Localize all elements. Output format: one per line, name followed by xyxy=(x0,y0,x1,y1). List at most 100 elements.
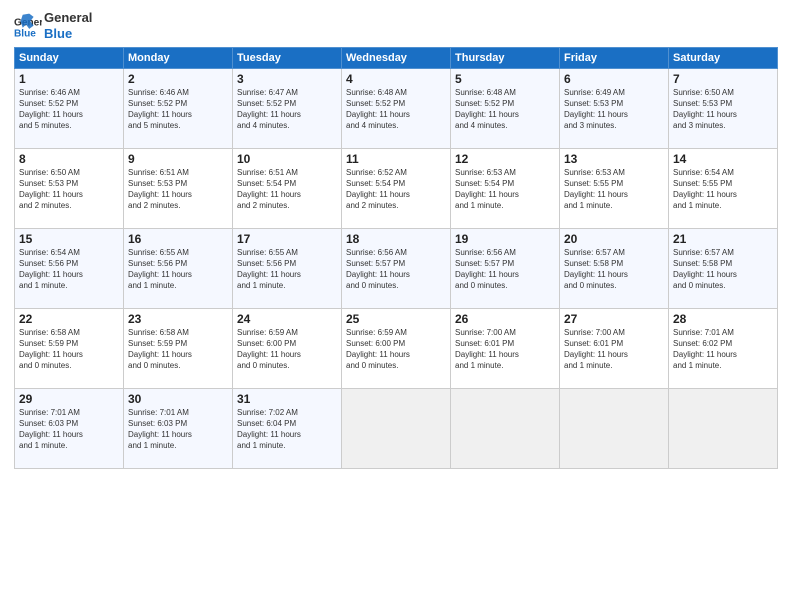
calendar-cell: 5 Sunrise: 6:48 AMSunset: 5:52 PMDaylight… xyxy=(451,69,560,149)
calendar-cell: 17 Sunrise: 6:55 AMSunset: 5:56 PMDayligh… xyxy=(233,229,342,309)
day-number: 28 xyxy=(673,312,773,326)
cell-info: Sunrise: 6:57 AMSunset: 5:58 PMDaylight:… xyxy=(564,248,664,291)
day-number: 9 xyxy=(128,152,228,166)
day-number: 13 xyxy=(564,152,664,166)
day-number: 5 xyxy=(455,72,555,86)
calendar-cell: 23Sunrise: 6:58 AMSunset: 5:59 PMDayligh… xyxy=(124,309,233,389)
calendar-cell: 4 Sunrise: 6:48 AMSunset: 5:52 PMDaylight… xyxy=(342,69,451,149)
calendar-week-row: 1 Sunrise: 6:46 AMSunset: 5:52 PMDaylight… xyxy=(15,69,778,149)
cell-info: Sunrise: 6:52 AMSunset: 5:54 PMDaylight:… xyxy=(346,168,446,211)
page-header: General Blue General Blue xyxy=(14,10,778,41)
calendar-header-row: SundayMondayTuesdayWednesdayThursdayFrid… xyxy=(15,48,778,69)
col-header-saturday: Saturday xyxy=(669,48,778,69)
cell-info: Sunrise: 6:50 AMSunset: 5:53 PMDaylight:… xyxy=(673,88,773,131)
cell-info: Sunrise: 6:51 AMSunset: 5:53 PMDaylight:… xyxy=(128,168,228,211)
day-number: 27 xyxy=(564,312,664,326)
cell-info: Sunrise: 6:55 AMSunset: 5:56 PMDaylight:… xyxy=(128,248,228,291)
col-header-thursday: Thursday xyxy=(451,48,560,69)
cell-info: Sunrise: 7:01 AMSunset: 6:03 PMDaylight:… xyxy=(19,408,119,451)
calendar-cell: 12 Sunrise: 6:53 AMSunset: 5:54 PMDayligh… xyxy=(451,149,560,229)
calendar-cell xyxy=(451,389,560,469)
calendar-cell: 15 Sunrise: 6:54 AMSunset: 5:56 PMDayligh… xyxy=(15,229,124,309)
cell-info: Sunrise: 6:58 AMSunset: 5:59 PMDaylight:… xyxy=(128,328,228,371)
day-number: 4 xyxy=(346,72,446,86)
cell-info: Sunrise: 6:48 AMSunset: 5:52 PMDaylight:… xyxy=(346,88,446,131)
calendar-cell: 24 Sunrise: 6:59 AMSunset: 6:00 PMDayligh… xyxy=(233,309,342,389)
col-header-wednesday: Wednesday xyxy=(342,48,451,69)
cell-info: Sunrise: 6:53 AMSunset: 5:54 PMDaylight:… xyxy=(455,168,555,211)
cell-info: Sunrise: 6:50 AMSunset: 5:53 PMDaylight:… xyxy=(19,168,119,211)
day-number: 26 xyxy=(455,312,555,326)
day-number: 24 xyxy=(237,312,337,326)
cell-info: Sunrise: 6:49 AMSunset: 5:53 PMDaylight:… xyxy=(564,88,664,131)
calendar-cell: 20 Sunrise: 6:57 AMSunset: 5:58 PMDayligh… xyxy=(560,229,669,309)
day-number: 17 xyxy=(237,232,337,246)
day-number: 20 xyxy=(564,232,664,246)
calendar-cell: 10Sunrise: 6:51 AMSunset: 5:54 PMDayligh… xyxy=(233,149,342,229)
col-header-tuesday: Tuesday xyxy=(233,48,342,69)
calendar-cell: 21Sunrise: 6:57 AMSunset: 5:58 PMDayligh… xyxy=(669,229,778,309)
cell-info: Sunrise: 7:00 AMSunset: 6:01 PMDaylight:… xyxy=(564,328,664,371)
col-header-friday: Friday xyxy=(560,48,669,69)
col-header-monday: Monday xyxy=(124,48,233,69)
calendar-cell: 28 Sunrise: 7:01 AMSunset: 6:02 PMDayligh… xyxy=(669,309,778,389)
cell-info: Sunrise: 6:59 AMSunset: 6:00 PMDaylight:… xyxy=(237,328,337,371)
calendar-cell xyxy=(342,389,451,469)
calendar-week-row: 8 Sunrise: 6:50 AMSunset: 5:53 PMDaylight… xyxy=(15,149,778,229)
day-number: 2 xyxy=(128,72,228,86)
day-number: 30 xyxy=(128,392,228,406)
calendar-cell: 11 Sunrise: 6:52 AMSunset: 5:54 PMDayligh… xyxy=(342,149,451,229)
calendar-cell: 30Sunrise: 7:01 AMSunset: 6:03 PMDayligh… xyxy=(124,389,233,469)
calendar-cell: 7 Sunrise: 6:50 AMSunset: 5:53 PMDaylight… xyxy=(669,69,778,149)
day-number: 31 xyxy=(237,392,337,406)
cell-info: Sunrise: 7:00 AMSunset: 6:01 PMDaylight:… xyxy=(455,328,555,371)
day-number: 6 xyxy=(564,72,664,86)
calendar-week-row: 15 Sunrise: 6:54 AMSunset: 5:56 PMDayligh… xyxy=(15,229,778,309)
cell-info: Sunrise: 6:48 AMSunset: 5:52 PMDaylight:… xyxy=(455,88,555,131)
calendar-cell: 8 Sunrise: 6:50 AMSunset: 5:53 PMDaylight… xyxy=(15,149,124,229)
calendar-cell xyxy=(560,389,669,469)
day-number: 8 xyxy=(19,152,119,166)
cell-info: Sunrise: 6:47 AMSunset: 5:52 PMDaylight:… xyxy=(237,88,337,131)
calendar-cell: 22Sunrise: 6:58 AMSunset: 5:59 PMDayligh… xyxy=(15,309,124,389)
cell-info: Sunrise: 6:59 AMSunset: 6:00 PMDaylight:… xyxy=(346,328,446,371)
calendar-cell: 16 Sunrise: 6:55 AMSunset: 5:56 PMDayligh… xyxy=(124,229,233,309)
cell-info: Sunrise: 6:51 AMSunset: 5:54 PMDaylight:… xyxy=(237,168,337,211)
cell-info: Sunrise: 7:01 AMSunset: 6:02 PMDaylight:… xyxy=(673,328,773,371)
logo: General Blue General Blue xyxy=(14,10,92,41)
calendar-cell: 1 Sunrise: 6:46 AMSunset: 5:52 PMDaylight… xyxy=(15,69,124,149)
calendar-cell: 25Sunrise: 6:59 AMSunset: 6:00 PMDayligh… xyxy=(342,309,451,389)
day-number: 1 xyxy=(19,72,119,86)
day-number: 19 xyxy=(455,232,555,246)
day-number: 11 xyxy=(346,152,446,166)
calendar-cell: 26 Sunrise: 7:00 AMSunset: 6:01 PMDayligh… xyxy=(451,309,560,389)
day-number: 12 xyxy=(455,152,555,166)
cell-info: Sunrise: 6:54 AMSunset: 5:56 PMDaylight:… xyxy=(19,248,119,291)
day-number: 22 xyxy=(19,312,119,326)
calendar-week-row: 29Sunrise: 7:01 AMSunset: 6:03 PMDayligh… xyxy=(15,389,778,469)
calendar-cell xyxy=(669,389,778,469)
calendar-cell: 27 Sunrise: 7:00 AMSunset: 6:01 PMDayligh… xyxy=(560,309,669,389)
calendar-cell: 31Sunrise: 7:02 AMSunset: 6:04 PMDayligh… xyxy=(233,389,342,469)
calendar-cell: 3 Sunrise: 6:47 AMSunset: 5:52 PMDaylight… xyxy=(233,69,342,149)
cell-info: Sunrise: 6:56 AMSunset: 5:57 PMDaylight:… xyxy=(455,248,555,291)
calendar: SundayMondayTuesdayWednesdayThursdayFrid… xyxy=(14,47,778,469)
day-number: 21 xyxy=(673,232,773,246)
calendar-week-row: 22 Sunrise: 6:58 AMSunset: 5:59 PMDayligh… xyxy=(15,309,778,389)
cell-info: Sunrise: 6:53 AMSunset: 5:55 PMDaylight:… xyxy=(564,168,664,211)
logo-line1: General xyxy=(44,10,92,26)
day-number: 16 xyxy=(128,232,228,246)
calendar-cell: 18Sunrise: 6:56 AMSunset: 5:57 PMDayligh… xyxy=(342,229,451,309)
cell-info: Sunrise: 6:55 AMSunset: 5:56 PMDaylight:… xyxy=(237,248,337,291)
day-number: 3 xyxy=(237,72,337,86)
cell-info: Sunrise: 6:46 AMSunset: 5:52 PMDaylight:… xyxy=(19,88,119,131)
cell-info: Sunrise: 6:56 AMSunset: 5:57 PMDaylight:… xyxy=(346,248,446,291)
calendar-cell: 13 Sunrise: 6:53 AMSunset: 5:55 PMDayligh… xyxy=(560,149,669,229)
calendar-cell: 14Sunrise: 6:54 AMSunset: 5:55 PMDayligh… xyxy=(669,149,778,229)
cell-info: Sunrise: 6:46 AMSunset: 5:52 PMDaylight:… xyxy=(128,88,228,131)
calendar-cell: 29Sunrise: 7:01 AMSunset: 6:03 PMDayligh… xyxy=(15,389,124,469)
logo-line2: Blue xyxy=(44,26,92,42)
day-number: 15 xyxy=(19,232,119,246)
cell-info: Sunrise: 6:54 AMSunset: 5:55 PMDaylight:… xyxy=(673,168,773,211)
day-number: 7 xyxy=(673,72,773,86)
